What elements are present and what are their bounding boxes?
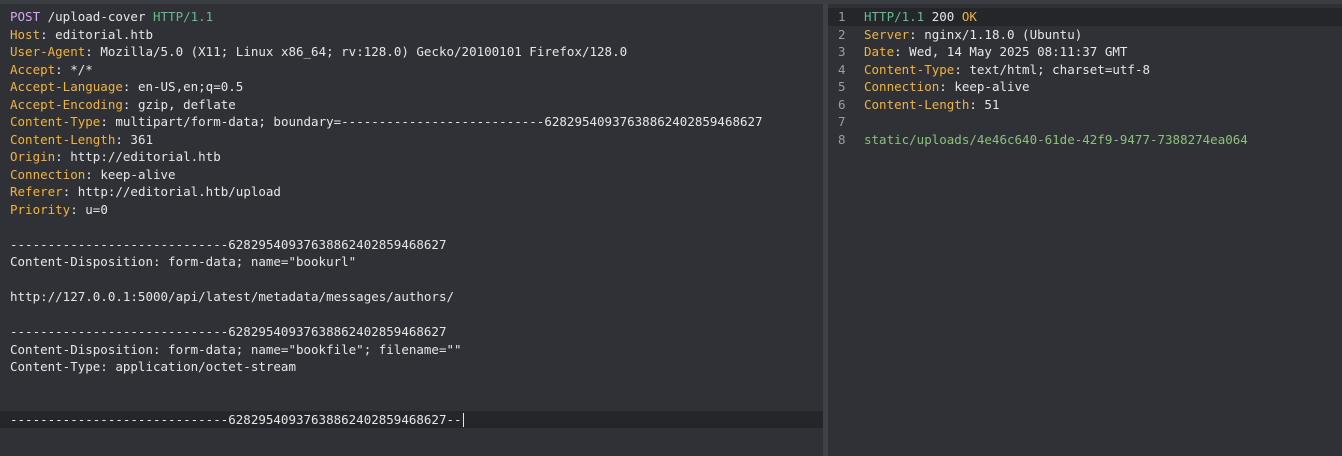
header-name: Origin <box>10 149 56 164</box>
header-value: 361 <box>130 131 153 147</box>
request-lines[interactable]: POST /upload-cover HTTP/1.1 Host: editor… <box>0 8 823 428</box>
request-header-user-agent[interactable]: User-Agent: Mozilla/5.0 (X11; Linux x86_… <box>0 43 823 61</box>
text-caret <box>462 413 464 427</box>
request-version: HTTP/1.1 <box>153 9 214 24</box>
response-body-text: static/uploads/4e46c640-61de-42f9-9477-7… <box>864 131 1248 147</box>
request-body-line[interactable]: -----------------------------62829540937… <box>0 323 823 341</box>
header-value: nginx/1.18.0 (Ubuntu) <box>924 26 1083 42</box>
request-line[interactable]: POST /upload-cover HTTP/1.1 <box>0 8 823 26</box>
request-body-line[interactable]: Content-Type: application/octet-stream <box>0 358 823 376</box>
header-value: u=0 <box>85 201 108 217</box>
header-name: Referer <box>10 184 63 199</box>
request-header-content-length[interactable]: Content-Length: 361 <box>0 131 823 149</box>
response-header-content-length[interactable]: 6 Content-Length: 51 <box>828 96 1342 114</box>
request-header-origin[interactable]: Origin: http://editorial.htb <box>0 148 823 166</box>
line-number: 5 <box>838 79 846 94</box>
request-method: POST <box>10 9 41 24</box>
header-value: http://editorial.htb/upload <box>77 184 281 199</box>
request-body-line-active[interactable]: -----------------------------62829540937… <box>0 410 823 428</box>
response-header-server[interactable]: 2 Server: nginx/1.18.0 (Ubuntu) <box>828 26 1342 44</box>
response-lines[interactable]: 1 HTTP/1.1 200 OK 2 Server: nginx/1.18.0 (… <box>828 8 1342 148</box>
header-name: Accept <box>10 61 56 77</box>
line-number: 4 <box>838 61 846 77</box>
line-number: 8 <box>838 131 846 147</box>
request-editor[interactable]: POST /upload-cover HTTP/1.1 Host: editor… <box>0 4 823 456</box>
header-value: */* <box>70 61 93 77</box>
header-name: Date <box>864 44 895 59</box>
line-number: 3 <box>838 44 846 59</box>
request-body-line[interactable]: Content-Disposition: form-data; name="bo… <box>0 253 823 271</box>
request-body-line[interactable] <box>0 376 823 394</box>
header-value: en-US,en;q=0.5 <box>137 79 244 94</box>
request-body-line[interactable] <box>0 393 823 411</box>
header-name: Host <box>10 26 41 42</box>
header-name: Connection <box>10 166 86 182</box>
header-name: Content-Type <box>864 61 955 77</box>
header-name: Content-Type <box>10 114 101 129</box>
line-number: 7 <box>838 114 846 129</box>
request-header-accept-language[interactable]: Accept-Language: en-US,en;q=0.5 <box>0 78 823 96</box>
header-name: Server <box>864 26 910 42</box>
line-number: 2 <box>838 26 846 42</box>
response-blank-line[interactable]: 7 <box>828 113 1342 131</box>
response-body-line[interactable]: 8 static/uploads/4e46c640-61de-42f9-9477-… <box>828 131 1342 149</box>
request-body-line[interactable]: Content-Disposition: form-data; name="bo… <box>0 341 823 359</box>
header-name: Content-Length <box>10 131 116 147</box>
response-header-connection[interactable]: 5 Connection: keep-alive <box>828 78 1342 96</box>
request-body-line-text: -----------------------------62829540937… <box>10 411 462 427</box>
header-name: Content-Length <box>864 96 970 112</box>
response-status-line[interactable]: 1 HTTP/1.1 200 OK <box>828 8 1342 26</box>
header-name: Accept-Language <box>10 79 123 94</box>
request-body-line[interactable] <box>0 218 823 236</box>
header-value: editorial.htb <box>55 26 154 42</box>
request-header-host[interactable]: Host: editorial.htb <box>0 26 823 44</box>
request-header-accept-encoding[interactable]: Accept-Encoding: gzip, deflate <box>0 96 823 114</box>
header-name: User-Agent <box>10 44 86 59</box>
request-header-referer[interactable]: Referer: http://editorial.htb/upload <box>0 183 823 201</box>
request-body-line[interactable]: http://127.0.0.1:5000/api/latest/metadat… <box>0 288 823 306</box>
header-name: Connection <box>864 79 940 94</box>
header-name: Priority <box>10 201 71 217</box>
response-status-code: 200 <box>924 9 962 24</box>
response-version: HTTP/1.1 <box>864 9 925 24</box>
request-header-content-type[interactable]: Content-Type: multipart/form-data; bound… <box>0 113 823 131</box>
header-value: gzip, deflate <box>137 96 236 112</box>
header-value: http://editorial.htb <box>70 149 221 164</box>
request-header-priority[interactable]: Priority: u=0 <box>0 201 823 219</box>
header-value: keep-alive <box>954 79 1030 94</box>
request-path: /upload-cover <box>40 9 153 24</box>
header-value: text/html; charset=utf-8 <box>969 61 1150 77</box>
response-header-content-type[interactable]: 4 Content-Type: text/html; charset=utf-8 <box>828 61 1342 79</box>
header-value: 51 <box>984 96 1000 112</box>
header-value: Mozilla/5.0 (X11; Linux x86_64; rv:128.0… <box>100 44 628 59</box>
header-value: Wed, 14 May 2025 08:11:37 GMT <box>909 44 1128 59</box>
line-number: 1 <box>838 9 846 24</box>
request-body-line[interactable]: -----------------------------62829540937… <box>0 236 823 254</box>
line-number: 6 <box>838 96 846 112</box>
request-header-accept[interactable]: Accept: */* <box>0 61 823 79</box>
header-value: keep-alive <box>100 166 176 182</box>
response-viewer[interactable]: 1 HTTP/1.1 200 OK 2 Server: nginx/1.18.0 (… <box>828 4 1342 456</box>
header-value: multipart/form-data; boundary=----------… <box>115 114 763 129</box>
response-header-date[interactable]: 3 Date: Wed, 14 May 2025 08:11:37 GMT <box>828 43 1342 61</box>
request-body-line[interactable] <box>0 306 823 324</box>
request-body-line[interactable] <box>0 271 823 289</box>
response-status-text: OK <box>961 9 977 24</box>
header-name: Accept-Encoding <box>10 96 123 112</box>
request-header-connection[interactable]: Connection: keep-alive <box>0 166 823 184</box>
